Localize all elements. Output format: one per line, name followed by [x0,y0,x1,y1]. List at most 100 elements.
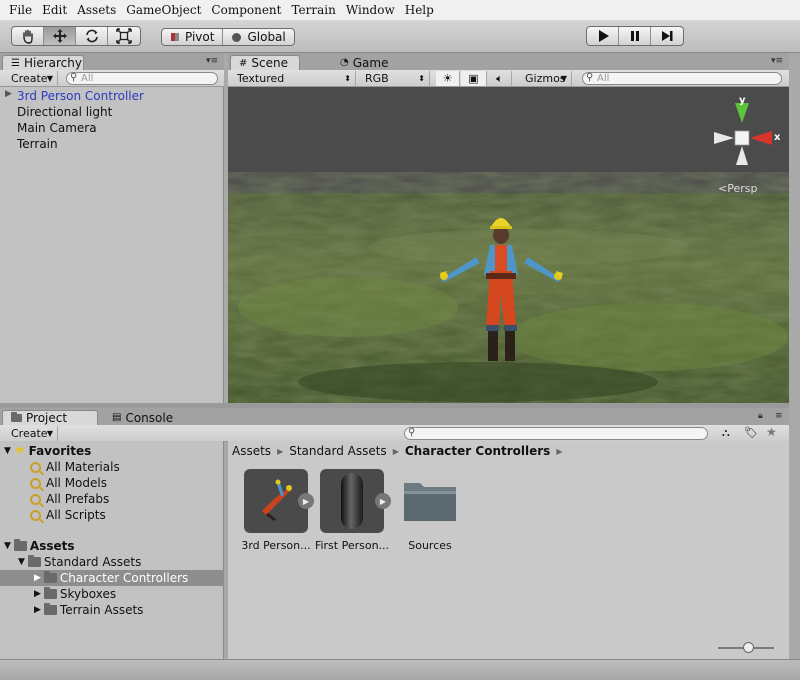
project-search-input[interactable]: ⚲ [404,427,708,440]
panel-menu-icon[interactable]: ▾≡ [771,56,783,66]
star-icon[interactable]: ★ [766,425,777,439]
persp-text: Persp [727,182,758,195]
asset-label: 3rd Person... [241,539,311,552]
scene-image-toggle[interactable]: ▣ [461,71,487,86]
folder-icon [11,411,22,425]
star-icon: ★ [13,443,26,458]
asset-label: First Person... [314,539,390,552]
scene-search-input[interactable]: ⚲ All [582,72,782,85]
project-create-dropdown[interactable]: Create ▼ [6,426,58,441]
asset-item-first-person[interactable]: First Person... [312,469,392,552]
chevron-right-icon: ▶ [556,446,563,456]
hierarchy-item[interactable]: Directional light [17,104,112,120]
search-icon: ⚲ [408,427,416,438]
folder-icon [404,483,456,521]
hand-icon [22,29,33,44]
panel-menu-icon[interactable]: ≡ [775,411,783,421]
status-bar [0,659,800,680]
persp-label[interactable]: <Persp [718,182,757,195]
breadcrumb-item[interactable]: Assets [232,444,271,458]
hierarchy-search-input[interactable]: ⚲ All [66,72,218,85]
favorite-item[interactable]: All Scripts [30,507,106,523]
tab-hierarchy[interactable]: ☰ Hierarchy [2,55,84,70]
move-tool-button[interactable] [44,27,76,45]
folder-node-character-controllers[interactable]: ▶ Character Controllers [0,570,224,586]
step-button[interactable] [651,27,683,45]
global-button[interactable]: Global [223,29,293,45]
saved-search-icon [30,493,41,505]
play-button[interactable] [587,27,619,45]
list-icon: ☰ [11,57,20,69]
menu-edit[interactable]: Edit [37,3,72,17]
favorites-node[interactable]: ▼ ★ Favorites [4,443,224,459]
search-icon: ⚲ [70,72,78,83]
tab-game[interactable]: ◔ Game [332,55,396,70]
render-mode-dropdown[interactable]: Textured ⬍ [232,71,356,86]
global-label: Global [247,30,286,44]
image-icon: ▣ [468,72,479,85]
filter-type-icon[interactable]: ⛬ [722,426,730,440]
hand-tool-button[interactable] [12,27,44,45]
chevron-updown-icon: ⬍ [418,74,425,83]
asset-item-sources[interactable]: Sources [390,469,470,552]
folder-node-skyboxes[interactable]: ▶ Skyboxes [34,586,116,602]
menu-assets[interactable]: Assets [72,3,121,17]
scene-view[interactable]: y x <Persp [228,87,789,403]
lock-icon[interactable]: 🔒︎ [758,411,763,421]
panel-menu-icon[interactable]: ▾≡ [206,56,218,66]
scene-audio-toggle[interactable]: 🔈︎ [488,71,512,86]
pivot-button[interactable]: Pivot [162,29,224,45]
folder-icon [27,555,41,567]
menu-component[interactable]: Component [206,3,286,17]
menu-help[interactable]: Help [400,3,439,17]
tab-scene-label: Scene [251,56,288,70]
asset-item-3rd-person[interactable]: 3rd Person... [236,469,316,552]
scale-tool-button[interactable] [108,27,140,45]
slider-thumb[interactable] [743,642,754,653]
color-mode-dropdown[interactable]: RGB ⬍ [360,71,430,86]
render-mode-label: Textured [237,72,285,85]
rotate-tool-button[interactable] [76,27,108,45]
standard-assets-node[interactable]: ▼ Standard Assets [18,554,141,570]
expand-arrow-icon: ▼ [4,541,11,551]
tab-scene[interactable]: # Scene [230,55,300,70]
scene-lighting-toggle[interactable]: ☀ [436,71,460,86]
menu-file[interactable]: File [4,3,37,17]
folder-label: Skyboxes [59,587,117,601]
favorite-item[interactable]: All Models [30,475,107,491]
breadcrumb-item[interactable]: Character Controllers [405,444,550,458]
chevron-down-icon: ▼ [560,74,567,83]
menu-window[interactable]: Window [341,3,400,17]
pause-button[interactable] [619,27,651,45]
tag-icon[interactable]: 🏷︎ [744,426,758,439]
hierarchy-create-dropdown[interactable]: Create ▼ [6,71,58,86]
tab-console-label: Console [125,410,174,425]
hierarchy-item[interactable]: Main Camera [17,120,97,136]
breadcrumb: Assets ▶ Standard Assets ▶ Character Con… [232,443,562,459]
tab-console[interactable]: ▤ Console [104,410,182,425]
gizmos-dropdown[interactable]: Gizmos ▼ [520,71,572,86]
tab-game-label: Game [352,55,389,70]
favorite-item[interactable]: All Prefabs [30,491,109,507]
menu-bar: File Edit Assets GameObject Component Te… [0,0,800,21]
play-icon [598,30,609,42]
menu-terrain[interactable]: Terrain [286,3,340,17]
gizmo-y-label: y [739,95,746,106]
folder-node-terrain-assets[interactable]: ▶ Terrain Assets [34,602,143,618]
expand-prefab-icon[interactable]: ▶ [375,493,391,509]
menu-gameobject[interactable]: GameObject [121,3,206,17]
pause-icon [630,31,639,41]
favorite-label: All Models [46,476,107,490]
expand-arrow-icon[interactable]: ▶ [5,89,12,99]
window-edge [789,53,800,659]
hierarchy-item[interactable]: 3rd Person Controller [17,88,144,104]
tab-project[interactable]: Project [2,410,98,425]
assets-node[interactable]: ▼ Assets [4,538,75,554]
favorite-item[interactable]: All Materials [30,459,120,475]
console-icon: ▤ [112,412,122,423]
pivot-icon [171,33,179,41]
breadcrumb-item[interactable]: Standard Assets [289,444,386,458]
globe-icon [232,32,242,42]
create-label: Create [11,72,48,85]
hierarchy-item[interactable]: Terrain [17,136,58,152]
